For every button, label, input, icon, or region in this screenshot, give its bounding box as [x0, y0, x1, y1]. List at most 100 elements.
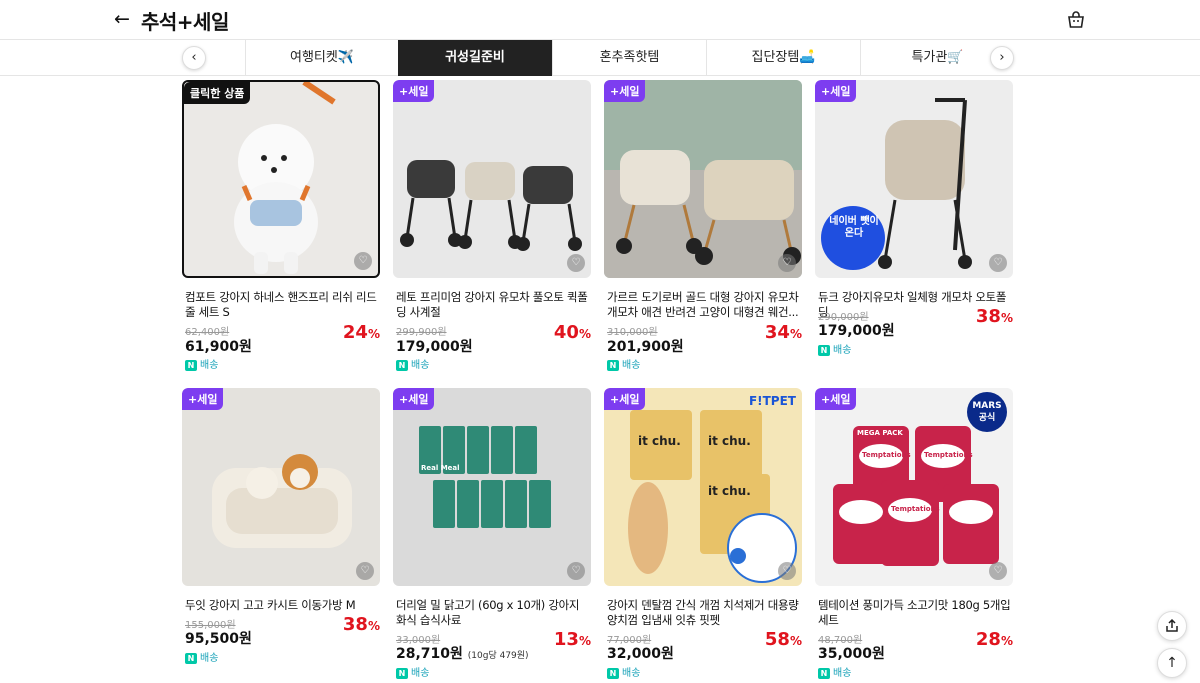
product-name[interactable]: 가르르 도기로버 골드 대형 강아지 유모차 개모차 애견 반려견 고양이 대형…: [607, 290, 802, 320]
discount-rate: 58%: [764, 629, 802, 650]
tab-next-chevron-icon[interactable]: ›: [990, 46, 1014, 70]
itchu-label-3: it chu.: [708, 484, 751, 498]
product-image[interactable]: 클릭한 상품 ♡: [182, 80, 380, 278]
scroll-top-button[interactable]: ↑: [1157, 648, 1187, 678]
product-image[interactable]: +세일 ♡: [393, 80, 591, 278]
arrow-up-icon: ↑: [1166, 655, 1178, 671]
sale-badge: +세일: [604, 80, 646, 102]
product-card[interactable]: +세일 ♡ 가르르 도기로버 골드 대형 강아지 유모차 개모차 애견 반려견 …: [604, 80, 802, 380]
naver-delivery-badge: N 배송: [185, 649, 218, 664]
page-title: 추석+세일: [141, 10, 229, 34]
product-card[interactable]: 클릭한 상품 ♡ 컴포트 강아지 하네스 핸즈프리 리쉬 리드줄 세트 S 62…: [182, 80, 380, 380]
temptations-label-3: Temptations: [891, 505, 940, 513]
tab-solo-chuseok[interactable]: 혼추족핫템: [552, 40, 706, 76]
naver-delivery-badge: N 배송: [185, 356, 218, 371]
real-meal-label: Real Meal: [421, 464, 460, 472]
naver-delivery-badge: N 배송: [818, 341, 851, 356]
n-delivery-icon: N: [818, 345, 830, 356]
tab-home-decor[interactable]: 집단장템🛋️: [706, 40, 860, 76]
product-name[interactable]: 레토 프리미엄 강아지 유모차 풀오토 퀵폴딩 사계절: [396, 290, 591, 320]
product-card[interactable]: +세일 ♡ 두잇 강아지 고고 카시트 이동가방 M 155,000원 95,5…: [182, 388, 380, 678]
clicked-product-badge: 클릭한 상품: [184, 82, 251, 104]
heart-icon[interactable]: ♡: [778, 562, 796, 580]
heart-icon[interactable]: ♡: [567, 254, 585, 272]
share-icon: [1166, 618, 1178, 632]
naver-delivery-badge: N 배송: [607, 356, 640, 371]
product-card[interactable]: Temptations Temptations Temptations MEGA…: [815, 388, 1013, 679]
heart-icon[interactable]: ♡: [356, 562, 374, 580]
n-delivery-icon: N: [607, 668, 619, 679]
shopping-bag-icon[interactable]: [1066, 10, 1086, 30]
tab-homecoming[interactable]: 귀성길준비: [398, 40, 552, 76]
product-image[interactable]: Real Meal +세일 ♡: [393, 388, 591, 586]
sale-badge: +세일: [815, 80, 857, 102]
naver-sticker: 네이버 뺏이 온다: [829, 216, 879, 239]
discount-rate: 38%: [975, 306, 1013, 327]
n-delivery-icon: N: [607, 360, 619, 371]
discount-rate: 24%: [342, 322, 380, 343]
sale-price: 201,900원: [607, 339, 684, 355]
sale-price: 95,500원: [185, 631, 252, 647]
dog-carseat-image: [212, 454, 352, 548]
product-card[interactable]: Real Meal +세일 ♡ 더리얼 밀 닭고기 (60g x 10개) 강아…: [393, 388, 591, 679]
back-arrow-icon[interactable]: ←: [114, 9, 134, 29]
sale-badge: +세일: [393, 80, 435, 102]
temptations-label-2: Temptations: [924, 451, 973, 459]
product-name[interactable]: 강아지 덴탈껌 간식 개껌 치석제거 대용량 양치껌 입냄새 잇츄 핏펫: [607, 598, 802, 628]
product-image[interactable]: +세일 ♡: [604, 80, 802, 278]
heart-icon[interactable]: ♡: [989, 562, 1007, 580]
tab-prev-chevron-icon[interactable]: ‹: [182, 46, 206, 70]
product-image[interactable]: +세일 ♡: [182, 388, 380, 586]
discount-rate: 28%: [975, 629, 1013, 650]
temptations-label-1: Temptations: [862, 451, 911, 459]
sale-price: 32,000원: [607, 646, 674, 662]
product-name[interactable]: 두잇 강아지 고고 카시트 이동가방 M: [185, 598, 380, 613]
sale-price: 35,000원: [818, 646, 885, 662]
dental-chew-image: [628, 410, 797, 583]
dog-harness-image: [234, 82, 336, 274]
naver-delivery-badge: N 배송: [396, 356, 429, 371]
sale-badge: +세일: [182, 388, 224, 410]
product-name[interactable]: 컴포트 강아지 하네스 핸즈프리 리쉬 리드줄 세트 S: [185, 290, 380, 320]
sale-price: 179,000원: [396, 339, 473, 355]
product-image[interactable]: 네이버 뺏이 온다 +세일 ♡: [815, 80, 1013, 278]
share-button[interactable]: [1157, 611, 1187, 641]
sale-badge: +세일: [393, 388, 435, 410]
n-delivery-icon: N: [396, 360, 408, 371]
product-card[interactable]: +세일 ♡ 레토 프리미엄 강아지 유모차 풀오토 퀵폴딩 사계절 299,90…: [393, 80, 591, 380]
mega-pack-label: MEGA PACK: [857, 429, 903, 437]
discount-rate: 13%: [553, 629, 591, 650]
product-card[interactable]: 네이버 뺏이 온다 +세일 ♡ 듀크 강아지유모차 일체형 개모차 오토폴딩 2…: [815, 80, 1013, 380]
large-stroller-image: [604, 80, 802, 278]
naver-delivery-badge: N 배송: [607, 664, 640, 679]
product-image[interactable]: it chu. it chu. it chu. F!TPET +세일 ♡: [604, 388, 802, 586]
discount-rate: 40%: [553, 322, 591, 343]
naver-delivery-badge: N 배송: [818, 664, 851, 679]
n-delivery-icon: N: [185, 360, 197, 371]
product-image[interactable]: Temptations Temptations Temptations MEGA…: [815, 388, 1013, 586]
product-name[interactable]: 템테이션 풍미가득 소고기맛 180g 5개입세트: [818, 598, 1013, 628]
tab-travel[interactable]: 여행티켓✈️: [245, 40, 398, 76]
heart-icon[interactable]: ♡: [354, 252, 372, 270]
n-delivery-icon: N: [185, 653, 197, 664]
product-name[interactable]: 더리얼 밀 닭고기 (60g x 10개) 강아지 화식 습식사료: [396, 598, 591, 628]
product-card[interactable]: it chu. it chu. it chu. F!TPET +세일 ♡ 강아지…: [604, 388, 802, 679]
top-header: ← 추석+세일: [0, 0, 1200, 39]
sale-badge: +세일: [604, 388, 646, 410]
itchu-label-1: it chu.: [638, 434, 681, 448]
n-delivery-icon: N: [396, 668, 408, 679]
n-delivery-icon: N: [818, 668, 830, 679]
stroller-image: [400, 160, 582, 251]
sale-price: 28,710원 (10g당 479원): [396, 646, 529, 662]
category-tab-bar: ‹ 여행티켓✈️ 귀성길준비 혼추족핫템 집단장템🛋️ 특가관🛒 ›: [0, 39, 1200, 76]
sale-price: 61,900원: [185, 339, 252, 355]
fitpet-logo: F!TPET: [748, 394, 796, 408]
heart-icon[interactable]: ♡: [989, 254, 1007, 272]
discount-rate: 34%: [764, 322, 802, 343]
sale-price: 179,000원: [818, 323, 895, 339]
heart-icon[interactable]: ♡: [778, 254, 796, 272]
auto-fold-stroller-image: [821, 98, 972, 270]
wet-food-pack-image: [419, 426, 551, 528]
heart-icon[interactable]: ♡: [567, 562, 585, 580]
unit-price: (10g당 479원): [467, 651, 529, 661]
